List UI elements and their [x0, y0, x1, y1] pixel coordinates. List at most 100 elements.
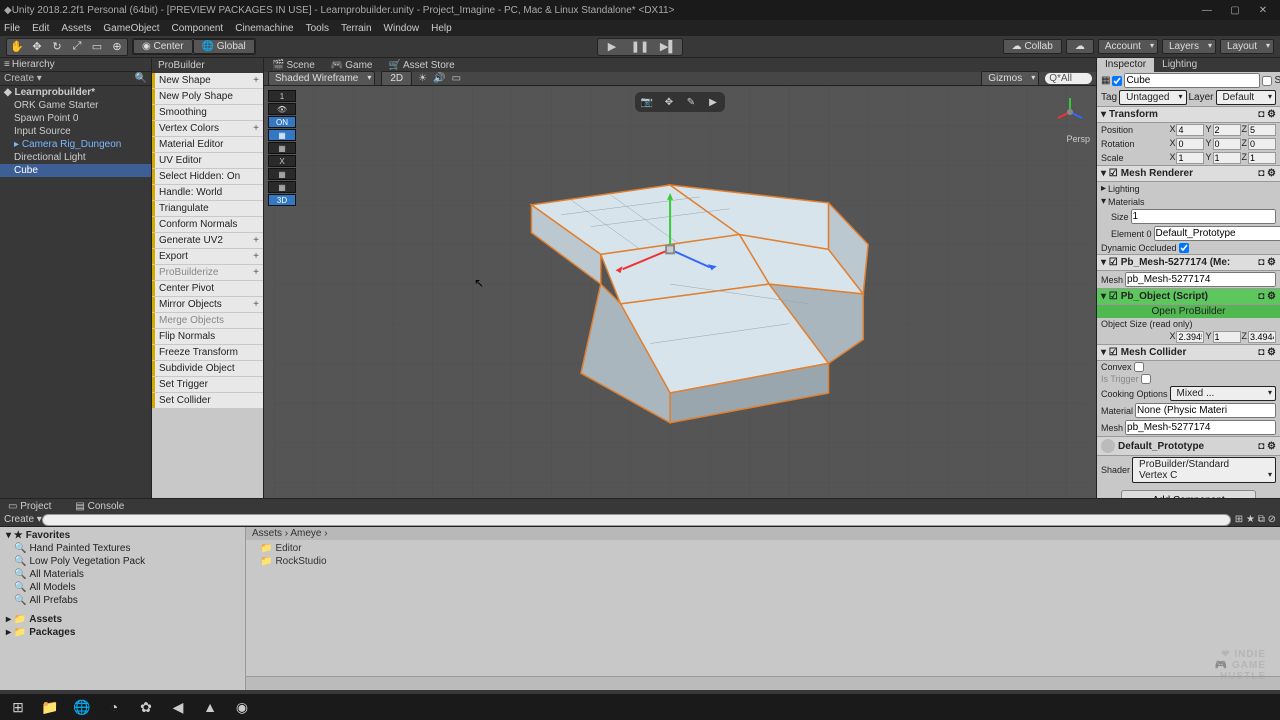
menu-cinemachine[interactable]: Cinemachine [235, 23, 293, 34]
layout-dropdown[interactable]: Layout [1220, 39, 1274, 54]
rect-tool[interactable]: ▭ [87, 39, 107, 55]
layers-dropdown[interactable]: Layers [1162, 39, 1216, 54]
fx-toggle[interactable]: ▭ [452, 73, 461, 84]
breadcrumb[interactable]: Assets › Ameye › [246, 527, 1280, 540]
side-tool[interactable]: ▦ [268, 181, 296, 193]
side-tool[interactable]: X [268, 155, 296, 167]
taskbar-chrome-icon[interactable]: 🌐 [68, 696, 96, 718]
probuilder-item[interactable]: Material Editor [152, 137, 263, 152]
shading-mode[interactable]: Shaded Wireframe [268, 71, 375, 86]
overlay-pencil-icon[interactable]: ✎ [681, 94, 701, 110]
probuilder-item[interactable]: Merge Objects [152, 313, 263, 328]
material-section[interactable]: Default_Prototype◘ ⚙ [1097, 436, 1280, 456]
menu-tools[interactable]: Tools [306, 23, 329, 34]
object-enable-check[interactable] [1112, 76, 1122, 86]
packages-folder[interactable]: ▸ 📁 Packages [2, 626, 243, 639]
add-component-button[interactable]: Add Component [1121, 490, 1255, 498]
maximize-button[interactable]: ▢ [1222, 2, 1248, 18]
overlay-move-icon[interactable]: ✥ [659, 94, 679, 110]
account-dropdown[interactable]: Account [1098, 39, 1158, 54]
play-button[interactable]: ▶ [598, 39, 626, 55]
pause-button[interactable]: ❚❚ [626, 39, 654, 55]
hierarchy-item[interactable]: ▸ Camera Rig_Dungeon [0, 138, 151, 151]
probuilder-item[interactable]: Set Trigger [152, 377, 263, 392]
collider-mesh[interactable] [1125, 420, 1276, 435]
probuilder-item[interactable]: Center Pivot [152, 281, 263, 296]
probuilder-item[interactable]: Export+ [152, 249, 263, 264]
probuilder-item[interactable]: ProBuilderize+ [152, 265, 263, 280]
pivot-center[interactable]: ◉ Center [133, 39, 193, 54]
menu-file[interactable]: File [4, 23, 20, 34]
hierarchy-item[interactable]: Spawn Point 0 [0, 112, 151, 125]
pos-z[interactable] [1248, 124, 1276, 136]
fav-item[interactable]: 🔍 All Models [2, 581, 243, 594]
mode-2d[interactable]: 2D [381, 71, 412, 86]
probuilder-item[interactable]: Smoothing [152, 105, 263, 120]
transform-tool[interactable]: ⊕ [107, 39, 127, 55]
probuilder-item[interactable]: Vertex Colors+ [152, 121, 263, 136]
tag-dropdown[interactable]: Untagged [1119, 90, 1186, 105]
cloud-button[interactable]: ☁ [1066, 39, 1094, 54]
mat-size[interactable] [1131, 209, 1276, 224]
pbmesh-header[interactable]: ▾ ☑ Pb_Mesh-5277174 (Me:◘ ⚙ [1097, 254, 1280, 271]
open-probuilder-button[interactable]: Open ProBuilder [1097, 305, 1280, 318]
transform-header[interactable]: ▾ Transform◘ ⚙ [1097, 106, 1280, 123]
light-toggle[interactable]: ☀ [418, 73, 427, 84]
search-all[interactable]: Q*All [1045, 73, 1092, 84]
tab-game[interactable]: 🎮 Game [331, 60, 373, 71]
probuilder-item[interactable]: Set Collider [152, 393, 263, 408]
project-create[interactable]: Create ▾ [4, 514, 42, 525]
menu-terrain[interactable]: Terrain [341, 23, 372, 34]
close-button[interactable]: ✕ [1250, 2, 1276, 18]
scale-tool[interactable]: ⤢ [67, 39, 87, 55]
hierarchy-item[interactable]: Directional Light [0, 151, 151, 164]
menu-gameobject[interactable]: GameObject [103, 23, 159, 34]
persp-label[interactable]: Persp [1066, 134, 1090, 144]
hierarchy-tab[interactable]: ≡ Hierarchy [4, 59, 55, 70]
probuilder-item[interactable]: Subdivide Object [152, 361, 263, 376]
favorites-folder[interactable]: ▾ ★ Favorites [2, 529, 243, 542]
folder-rockstudio[interactable]: 📁 RockStudio [248, 555, 1278, 568]
scale-y[interactable] [1213, 152, 1241, 164]
scene-canvas[interactable]: 1 👁 ON ▦ ▦ X ▦ ▦ 3D 📷 ✥ ✎ ▶ Persp ↖ [264, 86, 1096, 498]
fav-item[interactable]: 🔍 Low Poly Vegetation Pack [2, 555, 243, 568]
hierarchy-item[interactable]: ORK Game Starter [0, 99, 151, 112]
taskbar-blender-icon[interactable]: ◉ [228, 696, 256, 718]
probuilder-item[interactable]: UV Editor [152, 153, 263, 168]
assets-folder[interactable]: ▸ 📁 Assets [2, 613, 243, 626]
probuilder-item[interactable]: Generate UV2+ [152, 233, 263, 248]
minimize-button[interactable]: — [1194, 2, 1220, 18]
hand-tool[interactable]: ✋ [7, 39, 27, 55]
probuilder-item[interactable]: Conform Normals [152, 217, 263, 232]
hierarchy-create[interactable]: Create ▾ [4, 73, 42, 84]
tab-project[interactable]: ▭ Project [8, 501, 51, 512]
tab-inspector[interactable]: Inspector [1097, 58, 1154, 72]
menu-help[interactable]: Help [431, 23, 452, 34]
probuilder-item[interactable]: Freeze Transform [152, 345, 263, 360]
tab-assetstore[interactable]: 🛒 Asset Store [389, 60, 455, 71]
collab-button[interactable]: ☁ Collab [1003, 39, 1062, 54]
hierarchy-scene[interactable]: ◆ Learnprobuilder* [0, 86, 151, 99]
hierarchy-item[interactable]: Input Source [0, 125, 151, 138]
orientation-gizmo[interactable] [1052, 94, 1088, 130]
probuilder-item[interactable]: New Poly Shape [152, 89, 263, 104]
start-button[interactable]: ⊞ [4, 696, 32, 718]
folder-editor[interactable]: 📁 Editor [248, 542, 1278, 555]
taskbar-explorer-icon[interactable]: 📁 [36, 696, 64, 718]
taskbar-app-icon[interactable]: ▲ [196, 696, 224, 718]
overlay-camera-icon[interactable]: 📷 [637, 94, 657, 110]
hierarchy-item-selected[interactable]: Cube [0, 164, 151, 177]
tab-lighting[interactable]: Lighting [1154, 58, 1205, 72]
rot-x[interactable] [1176, 138, 1204, 150]
fav-item[interactable]: 🔍 Hand Painted Textures [2, 542, 243, 555]
rot-y[interactable] [1213, 138, 1241, 150]
step-button[interactable]: ▶▌ [654, 39, 682, 55]
layer-dropdown[interactable]: Default [1216, 90, 1276, 105]
static-check[interactable] [1262, 76, 1272, 86]
side-tool[interactable]: ON [268, 116, 296, 128]
meshrenderer-header[interactable]: ▾ ☑ Mesh Renderer◘ ⚙ [1097, 165, 1280, 182]
convex-check[interactable] [1134, 362, 1144, 372]
dynoccl-check[interactable] [1179, 243, 1189, 253]
project-search[interactable] [42, 514, 1231, 526]
pivot-global[interactable]: 🌐 Global [193, 39, 255, 54]
